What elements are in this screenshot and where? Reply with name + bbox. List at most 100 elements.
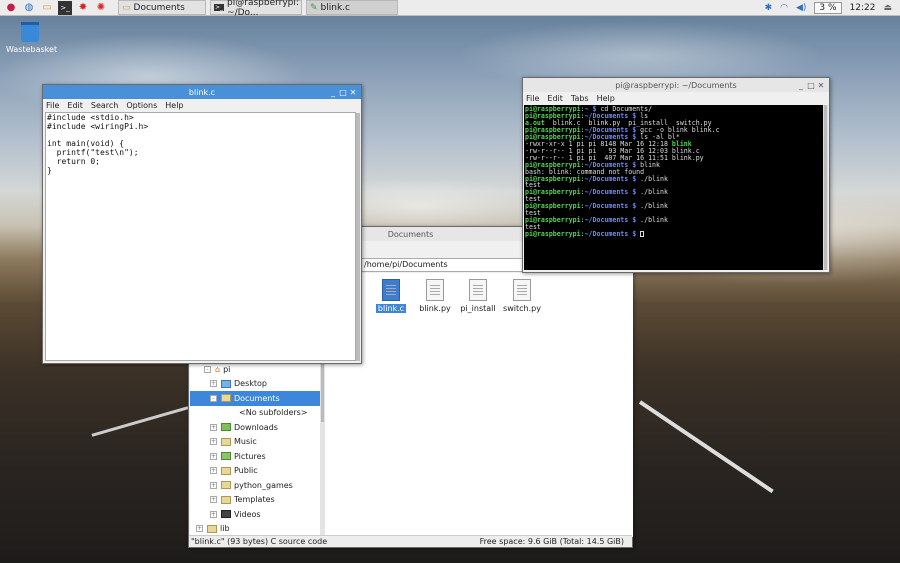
menu-search[interactable]: Search — [91, 101, 118, 110]
editor-titlebar[interactable]: blink.c _ □ ✕ — [43, 85, 361, 99]
wifi-icon[interactable]: ◠ — [780, 3, 788, 13]
raspberry-menu-icon[interactable]: ● — [4, 1, 18, 15]
expand-icon[interactable]: + — [210, 481, 217, 489]
tree-item-templates[interactable]: + Templates — [190, 493, 320, 508]
tree-item-videos[interactable]: + Videos — [190, 507, 320, 522]
expand-icon[interactable]: + — [210, 438, 217, 446]
expand-icon[interactable]: + — [210, 452, 217, 460]
menu-tabs[interactable]: Tabs — [571, 94, 589, 103]
tree-item-music[interactable]: + Music — [190, 435, 320, 450]
c-source-file-icon — [382, 279, 400, 301]
tree-item-python-games[interactable]: + python_games — [190, 478, 320, 493]
web-browser-icon[interactable]: ◍ — [22, 1, 36, 15]
templates-folder-icon — [221, 495, 231, 504]
system-tray: ✱ ◠ ◀) 3 % 12:22 ⏏ — [765, 0, 900, 16]
window-title: Documents — [387, 229, 434, 239]
status-bar: "blink.c" (93 bytes) C source code Free … — [189, 535, 632, 547]
tree-item-label: pi — [223, 364, 231, 374]
documents-folder-icon — [221, 394, 231, 403]
tree-item-pictures[interactable]: + Pictures — [190, 449, 320, 464]
python-file-icon — [513, 279, 531, 301]
close-icon[interactable]: ✕ — [816, 81, 826, 90]
taskbar-button-terminal[interactable]: >_ pi@raspberrypi: ~/Do... — [210, 0, 302, 18]
tree-item-pi[interactable]: - ⌂ pi — [190, 362, 320, 377]
terminal-text: pi@raspberrypi — [525, 230, 581, 239]
file-manager-icon[interactable]: ▭ — [40, 1, 54, 15]
menu-edit[interactable]: Edit — [67, 101, 83, 110]
menu-edit[interactable]: Edit — [547, 94, 563, 103]
menu-file[interactable]: File — [526, 94, 539, 103]
wastebasket-label: Wastebasket — [6, 45, 58, 54]
editor-scrollbar-thumb[interactable] — [356, 113, 360, 361]
menu-options[interactable]: Options — [126, 101, 157, 110]
folder-icon: ▭ — [122, 2, 131, 13]
maximize-icon[interactable]: □ — [806, 81, 816, 90]
collapse-icon[interactable]: - — [210, 394, 217, 402]
terminal-titlebar[interactable]: pi@raspberrypi: ~/Documents _ □ ✕ — [523, 78, 829, 92]
terminal-icon: >_ — [214, 4, 225, 11]
tree-item-desktop[interactable]: + Desktop — [190, 377, 320, 392]
tree-item-downloads[interactable]: + Downloads — [190, 420, 320, 435]
clock[interactable]: 12:22 — [850, 3, 876, 13]
eject-icon[interactable]: ⏏ — [883, 3, 892, 13]
public-folder-icon — [221, 466, 231, 475]
taskbar-button-documents[interactable]: ▭ Documents — [118, 0, 206, 15]
terminal-text: ~/Documents $ — [584, 230, 637, 239]
taskbar-button-label: blink.c — [320, 2, 350, 13]
terminal-text: ~/Documents $ — [584, 216, 637, 225]
terminal-line: pi@raspberrypi:~/Documents $ ./blink — [525, 203, 822, 210]
file-item-pi-install[interactable]: pi_install — [456, 279, 500, 313]
terminal-text: ~/Documents $ — [584, 202, 637, 211]
file-icon — [469, 279, 487, 301]
expand-icon[interactable]: + — [210, 380, 217, 388]
tree-scrollbar-thumb[interactable] — [321, 362, 324, 422]
expand-icon[interactable]: + — [210, 496, 217, 504]
maximize-icon[interactable]: □ — [338, 88, 348, 97]
tree-scrollbar[interactable] — [320, 362, 325, 537]
file-item-blink-py[interactable]: blink.py — [413, 279, 457, 313]
tree-item-label: Videos — [234, 509, 261, 519]
home-folder-icon: ⌂ — [215, 364, 221, 374]
math-icon[interactable]: ✸ — [76, 1, 90, 15]
file-item-blink-c[interactable]: blink.c — [369, 279, 413, 313]
tree-item-lib[interactable]: + lib — [190, 522, 320, 537]
videos-folder-icon — [221, 510, 231, 519]
close-icon[interactable]: ✕ — [348, 88, 358, 97]
file-label: blink.c — [375, 304, 407, 313]
terminal-output[interactable]: pi@raspberrypi:~ $ cd Documents/pi@raspb… — [524, 105, 823, 270]
expand-icon[interactable]: + — [210, 510, 217, 518]
bluetooth-icon[interactable]: ✱ — [765, 3, 773, 13]
expand-icon[interactable]: + — [210, 467, 217, 475]
terminal-menubar: File Edit Tabs Help — [523, 92, 829, 104]
tree-item-label: Pictures — [234, 451, 266, 461]
minimize-icon[interactable]: _ — [328, 88, 338, 97]
terminal-scrollbar-thumb[interactable] — [824, 105, 827, 270]
menu-help[interactable]: Help — [597, 94, 615, 103]
tree-item-label: Documents — [234, 393, 280, 403]
editor-text-area[interactable]: #include <stdio.h> #include <wiringPi.h>… — [45, 112, 356, 361]
desktop-folder-icon — [221, 379, 231, 388]
taskbar-button-editor[interactable]: ✎ blink.c — [306, 0, 398, 15]
status-file-info: "blink.c" (93 bytes) C source code — [191, 537, 328, 546]
volume-icon[interactable]: ◀) — [796, 3, 806, 13]
editor-scrollbar[interactable] — [356, 113, 360, 361]
menu-file[interactable]: File — [46, 101, 59, 110]
collapse-icon[interactable]: - — [204, 365, 211, 373]
expand-icon[interactable]: + — [196, 525, 203, 533]
downloads-folder-icon — [221, 423, 231, 432]
tree-item-label: <No subfolders> — [239, 408, 308, 418]
terminal-scrollbar[interactable] — [823, 105, 828, 270]
terminal-icon[interactable]: >_ — [58, 0, 72, 15]
file-item-switch-py[interactable]: switch.py — [500, 279, 544, 313]
wolfram-icon[interactable]: ✺ — [94, 1, 108, 15]
python-file-icon — [426, 279, 444, 301]
window-title: pi@raspberrypi: ~/Documents — [615, 80, 737, 90]
tree-item-public[interactable]: + Public — [190, 464, 320, 479]
menu-help[interactable]: Help — [165, 101, 183, 110]
wastebasket-desktop-icon[interactable]: Wastebasket — [6, 22, 58, 54]
terminal-text: ./blink — [636, 216, 668, 225]
minimize-icon[interactable]: _ — [796, 81, 806, 90]
expand-icon[interactable]: + — [210, 423, 217, 431]
terminal-text: ./blink — [636, 174, 668, 183]
tree-item-documents[interactable]: - Documents — [190, 391, 320, 406]
